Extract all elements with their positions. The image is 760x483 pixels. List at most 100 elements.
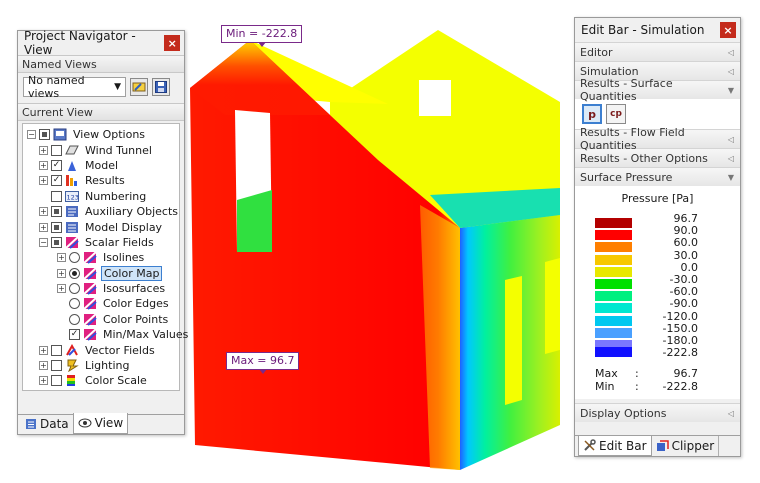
legend-value: -120.0 — [662, 309, 698, 323]
tree-label: Auxiliary Objects — [85, 205, 179, 219]
section-flow-field[interactable]: Results - Flow Field Quantities ◁ — [575, 126, 740, 152]
section-display-options[interactable]: Display Options ◁ — [575, 403, 740, 422]
tree-item-model[interactable]: + ✓ Model — [23, 158, 179, 173]
expand-icon[interactable]: + — [39, 207, 48, 217]
tools-icon — [584, 439, 596, 451]
legend-value: 90.0 — [673, 224, 699, 238]
color-edges-radio[interactable] — [69, 298, 80, 310]
navigator-close-button[interactable]: × — [164, 35, 180, 51]
color-points-icon — [83, 313, 97, 326]
vector-fields-checkbox[interactable] — [51, 344, 62, 356]
results-checkbox[interactable]: ✓ — [51, 175, 62, 187]
tree-item-color-map[interactable]: + Color Map — [23, 265, 179, 281]
model-display-icon — [66, 221, 78, 233]
max-value-text: Max = 96.7 — [231, 354, 295, 367]
tree-item-auxiliary-objects[interactable]: + Auxiliary Objects — [23, 204, 179, 219]
expand-icon[interactable]: + — [39, 145, 48, 155]
isolines-radio[interactable] — [69, 252, 80, 264]
expand-icon[interactable]: + — [57, 284, 66, 294]
view-options-checkbox[interactable] — [39, 129, 50, 141]
section-surface-quantities-label: Results - Surface Quantities — [580, 77, 673, 103]
legend-swatch — [595, 254, 632, 265]
named-views-select[interactable]: No named views ▼ — [23, 74, 126, 100]
tree-label: Isosurfaces — [103, 282, 166, 296]
tree-item-vector-fields[interactable]: + Vector Fields — [23, 342, 179, 357]
tree-label: Min/Max Values — [103, 328, 189, 342]
editbar-titlebar[interactable]: Edit Bar - Simulation × — [575, 18, 740, 42]
section-flow-field-label: Results - Flow Field Quantities — [580, 126, 685, 152]
color-scale-checkbox[interactable] — [51, 375, 62, 387]
expand-icon[interactable]: + — [39, 160, 48, 170]
collapse-icon[interactable]: − — [39, 237, 48, 247]
isosurfaces-radio[interactable] — [69, 283, 80, 295]
min-max-values-checkbox[interactable]: ✓ — [69, 329, 80, 341]
tree-label: Color Points — [103, 312, 169, 326]
legend-min-separator: : — [635, 380, 639, 393]
model-checkbox[interactable]: ✓ — [51, 159, 62, 171]
legend-value: -150.0 — [662, 321, 698, 335]
scalar-fields-icon — [65, 236, 79, 249]
collapse-icon[interactable]: − — [27, 130, 36, 140]
view-options-tree[interactable]: − View Options + Wind Tunnel + ✓ Model +… — [22, 123, 188, 391]
tree-item-isolines[interactable]: + Isolines — [23, 250, 179, 265]
tree-item-isosurfaces[interactable]: + Isosurfaces — [23, 281, 179, 296]
tree-item-color-scale[interactable]: + Color Scale — [23, 373, 179, 388]
expand-icon[interactable]: + — [39, 222, 48, 232]
legend-value: 0.0 — [680, 260, 699, 274]
color-points-radio[interactable] — [69, 313, 80, 325]
tab-data-label: Data — [40, 417, 69, 431]
lighting-checkbox[interactable] — [51, 360, 62, 372]
expand-icon[interactable]: + — [57, 253, 66, 263]
tab-data[interactable]: Data — [21, 414, 73, 434]
model-display-checkbox[interactable] — [51, 221, 62, 233]
section-surface-pressure[interactable]: Surface Pressure ▼ — [575, 167, 740, 186]
tree-item-numbering[interactable]: 123 Numbering — [23, 189, 179, 204]
section-surface-quantities[interactable]: Results - Surface Quantities ▼ — [575, 77, 740, 103]
color-map-radio[interactable] — [69, 267, 80, 279]
tree-item-wind-tunnel[interactable]: + Wind Tunnel — [23, 142, 179, 157]
legend-max-row: Max : 96.7 — [595, 367, 698, 380]
tree-item-lighting[interactable]: + Lighting — [23, 358, 179, 373]
tree-item-results[interactable]: + ✓ Results — [23, 173, 179, 188]
tree-label: Numbering — [85, 189, 147, 203]
pressure-coefficient-button[interactable]: cp — [606, 104, 626, 124]
pressure-button[interactable]: p — [582, 104, 602, 124]
section-editor[interactable]: Editor ◁ — [575, 42, 740, 61]
tab-clipper[interactable]: Clipper — [652, 436, 720, 456]
tree-item-scalar-fields[interactable]: − Scalar Fields — [23, 235, 179, 250]
edit-view-button[interactable] — [130, 78, 148, 96]
legend-value: -60.0 — [669, 285, 698, 299]
chevron-left-icon: ◁ — [727, 47, 734, 57]
color-map-icon — [83, 266, 97, 280]
tree-item-view-options[interactable]: − View Options — [23, 127, 179, 142]
view-options-icon — [53, 128, 67, 141]
side-window — [545, 258, 560, 354]
tree-item-color-points[interactable]: Color Points — [23, 312, 179, 327]
tree-item-model-display[interactable]: + Model Display — [23, 219, 179, 234]
min-value-callout: Min = -222.8 — [221, 25, 303, 47]
expand-icon[interactable]: + — [39, 176, 48, 186]
tab-edit-bar[interactable]: Edit Bar — [578, 436, 652, 456]
expand-icon[interactable]: + — [39, 376, 48, 386]
editbar-close-button[interactable]: × — [720, 22, 736, 38]
expand-icon[interactable]: + — [57, 268, 66, 278]
auxiliary-objects-checkbox[interactable] — [51, 206, 62, 218]
tree-item-min-max-values[interactable]: ✓ Min/Max Values — [23, 327, 188, 342]
expand-icon[interactable]: + — [39, 361, 48, 371]
numbering-checkbox[interactable] — [51, 190, 62, 202]
tree-label: Scalar Fields — [85, 235, 154, 249]
color-edges-icon — [83, 297, 97, 311]
back-gable-window — [419, 80, 451, 116]
navigator-titlebar[interactable]: Project Navigator - View × — [18, 29, 184, 57]
tree-item-color-edges[interactable]: Color Edges — [23, 296, 179, 311]
expand-icon[interactable]: + — [39, 345, 48, 355]
legend-swatch — [595, 279, 632, 289]
scalar-fields-checkbox[interactable] — [51, 236, 62, 248]
save-view-button[interactable] — [152, 78, 170, 96]
legend-min-value: -222.8 — [662, 380, 698, 393]
tab-view[interactable]: View — [72, 413, 129, 434]
named-views-header: Named Views — [18, 55, 184, 73]
wind-tunnel-checkbox[interactable] — [51, 144, 62, 156]
isosurfaces-icon — [83, 282, 97, 295]
legend-value: 60.0 — [673, 236, 699, 250]
